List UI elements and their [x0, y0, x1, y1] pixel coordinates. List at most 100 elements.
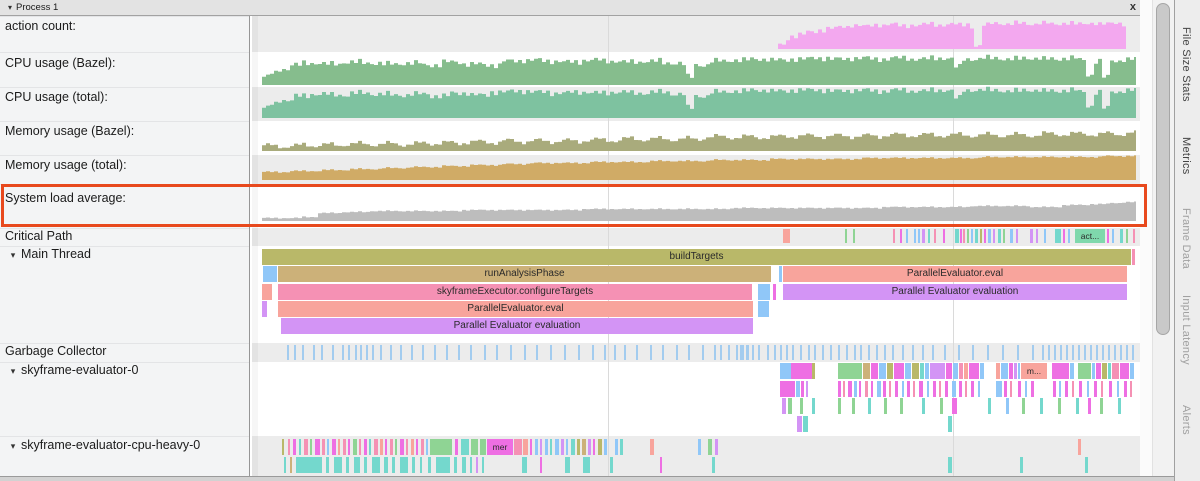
- gc-event-tick[interactable]: [1048, 345, 1050, 360]
- skyframe-evaluator-cpu-heavy-0-seg[interactable]: [310, 439, 312, 455]
- skyframe-evaluator-0-seg[interactable]: [803, 416, 808, 432]
- skyframe-evaluator-cpu-heavy-0-seg[interactable]: [482, 457, 484, 473]
- skyframe-evaluator-cpu-heavy-0-seg[interactable]: [565, 457, 570, 473]
- skyframe-evaluator-0-seg[interactable]: [925, 363, 929, 379]
- skyframe-evaluator-cpu-heavy-0-seg[interactable]: [412, 457, 415, 473]
- skyframe-evaluator-0-seg[interactable]: [889, 381, 891, 397]
- main-thread-seg[interactable]: [262, 284, 272, 300]
- gc-event-tick[interactable]: [287, 345, 289, 360]
- skyframe-evaluator-0-seg[interactable]: [1076, 398, 1079, 414]
- gc-event-tick[interactable]: [355, 345, 357, 360]
- skyframe-evaluator-0-seg[interactable]: [788, 398, 792, 414]
- skyframe-evaluator-0-seg[interactable]: [859, 381, 861, 397]
- skyframe-evaluator-0-seg[interactable]: [877, 381, 881, 397]
- gc-event-tick[interactable]: [624, 345, 626, 360]
- gc-event-tick[interactable]: [411, 345, 413, 360]
- gc-event-tick[interactable]: [366, 345, 368, 360]
- main-thread-slice[interactable]: skyframeExecutor.configureTargets: [278, 284, 752, 300]
- track-action-count[interactable]: [252, 16, 1140, 52]
- gc-event-tick[interactable]: [636, 345, 638, 360]
- gc-event-tick[interactable]: [740, 345, 744, 360]
- main-thread-slice[interactable]: ParallelEvaluator.eval: [278, 301, 753, 317]
- skyframe-evaluator-0-seg[interactable]: [959, 363, 963, 379]
- main-thread-slice[interactable]: ParallelEvaluator.eval: [783, 266, 1127, 282]
- skyframe-evaluator-cpu-heavy-0-seg[interactable]: [535, 439, 538, 455]
- collapse-track-icon[interactable]: ▾: [5, 248, 21, 262]
- gc-event-tick[interactable]: [390, 345, 392, 360]
- skyframe-evaluator-0-seg[interactable]: [1124, 381, 1127, 397]
- skyframe-evaluator-cpu-heavy-0-seg[interactable]: [604, 439, 607, 455]
- skyframe-evaluator-cpu-heavy-0-seg[interactable]: [416, 439, 418, 455]
- skyframe-evaluator-cpu-heavy-0-seg[interactable]: [334, 457, 342, 473]
- skyframe-evaluator-0-seg[interactable]: [978, 381, 980, 397]
- skyframe-evaluator-0-seg[interactable]: [1118, 398, 1121, 414]
- skyframe-evaluator-0-seg[interactable]: [1025, 381, 1027, 397]
- skyframe-evaluator-0-seg[interactable]: [843, 381, 845, 397]
- gc-event-tick[interactable]: [1066, 345, 1068, 360]
- main-thread-seg[interactable]: [263, 266, 277, 282]
- gc-event-tick[interactable]: [912, 345, 914, 360]
- skyframe-evaluator-cpu-heavy-0-seg[interactable]: [540, 439, 542, 455]
- skyframe-evaluator-cpu-heavy-0-seg[interactable]: [420, 457, 422, 473]
- skyframe-evaluator-0-seg[interactable]: [1004, 381, 1007, 397]
- gc-event-tick[interactable]: [902, 345, 904, 360]
- skyframe-evaluator-cpu-heavy-0-seg[interactable]: [392, 457, 395, 473]
- gc-event-tick[interactable]: [876, 345, 878, 360]
- main-thread-seg[interactable]: [262, 301, 267, 317]
- skyframe-evaluator-0-seg[interactable]: [812, 398, 815, 414]
- skyframe-evaluator-0-seg[interactable]: [780, 381, 795, 397]
- skyframe-evaluator-cpu-heavy-0-seg[interactable]: [610, 457, 613, 473]
- skyframe-evaluator-0-seg[interactable]: [879, 363, 886, 379]
- skyframe-evaluator-cpu-heavy-0-seg[interactable]: [577, 439, 580, 455]
- skyframe-evaluator-cpu-heavy-0-seg[interactable]: [290, 457, 292, 473]
- skyframe-evaluator-0-seg[interactable]: [971, 381, 974, 397]
- skyframe-evaluator-0-seg[interactable]: [1022, 398, 1025, 414]
- skyframe-evaluator-0-seg[interactable]: [1053, 381, 1056, 397]
- track-mem-bazel[interactable]: [252, 121, 1140, 155]
- skyframe-evaluator-cpu-heavy-0-seg[interactable]: [545, 439, 548, 455]
- gc-event-tick[interactable]: [786, 345, 788, 360]
- main-thread-seg[interactable]: [773, 284, 776, 300]
- gc-event-tick[interactable]: [752, 345, 754, 360]
- skyframe-evaluator-cpu-heavy-0-seg[interactable]: [346, 457, 349, 473]
- gc-event-tick[interactable]: [1132, 345, 1134, 360]
- skyframe-evaluator-0-seg[interactable]: [1078, 363, 1091, 379]
- skyframe-evaluator-0-seg[interactable]: [996, 381, 1002, 397]
- gc-event-tick[interactable]: [302, 345, 304, 360]
- gc-event-tick[interactable]: [650, 345, 652, 360]
- tab-input-latency[interactable]: Input Latency: [1180, 295, 1192, 365]
- gc-event-tick[interactable]: [868, 345, 870, 360]
- skyframe-evaluator-cpu-heavy-0-seg[interactable]: [583, 457, 590, 473]
- critical-path-seg[interactable]: [1036, 229, 1038, 243]
- critical-path-seg[interactable]: [1016, 229, 1018, 243]
- gc-event-tick[interactable]: [484, 345, 486, 360]
- skyframe-evaluator-0-seg[interactable]: [959, 381, 962, 397]
- skyframe-evaluator-cpu-heavy-0-seg[interactable]: [338, 439, 340, 455]
- skyframe-evaluator-cpu-heavy-0-seg[interactable]: [332, 439, 336, 455]
- critical-path-seg[interactable]: [934, 229, 936, 243]
- critical-path-seg[interactable]: [922, 229, 925, 243]
- gc-event-tick[interactable]: [1078, 345, 1080, 360]
- critical-path-seg[interactable]: [967, 229, 969, 243]
- main-thread-slice[interactable]: buildTargets: [262, 249, 1131, 265]
- gc-event-tick[interactable]: [332, 345, 334, 360]
- skyframe-evaluator-0-seg[interactable]: [952, 381, 956, 397]
- skyframe-evaluator-0-seg[interactable]: [912, 363, 919, 379]
- critical-path-seg[interactable]: [988, 229, 991, 243]
- skyframe-evaluator-0-seg[interactable]: [988, 398, 991, 414]
- gc-event-tick[interactable]: [774, 345, 776, 360]
- gc-event-tick[interactable]: [662, 345, 664, 360]
- gc-event-tick[interactable]: [746, 345, 749, 360]
- skyframe-evaluator-cpu-heavy-0-seg[interactable]: [369, 439, 371, 455]
- gc-event-tick[interactable]: [932, 345, 934, 360]
- skyframe-evaluator-cpu-heavy-0-seg[interactable]: [282, 439, 284, 455]
- gc-event-tick[interactable]: [1096, 345, 1098, 360]
- skyframe-evaluator-0-seg[interactable]: [780, 363, 791, 379]
- skyframe-evaluator-0-seg[interactable]: [939, 381, 941, 397]
- skyframe-evaluator-cpu-heavy-0-seg[interactable]: [304, 439, 308, 455]
- skyframe-evaluator-cpu-heavy-0-seg[interactable]: [615, 439, 618, 455]
- track-cpu-total[interactable]: [252, 87, 1140, 121]
- skyframe-evaluator-cpu-heavy-0-seg[interactable]: [288, 439, 290, 455]
- skyframe-evaluator-0-seg[interactable]: [863, 363, 870, 379]
- gc-event-tick[interactable]: [592, 345, 594, 360]
